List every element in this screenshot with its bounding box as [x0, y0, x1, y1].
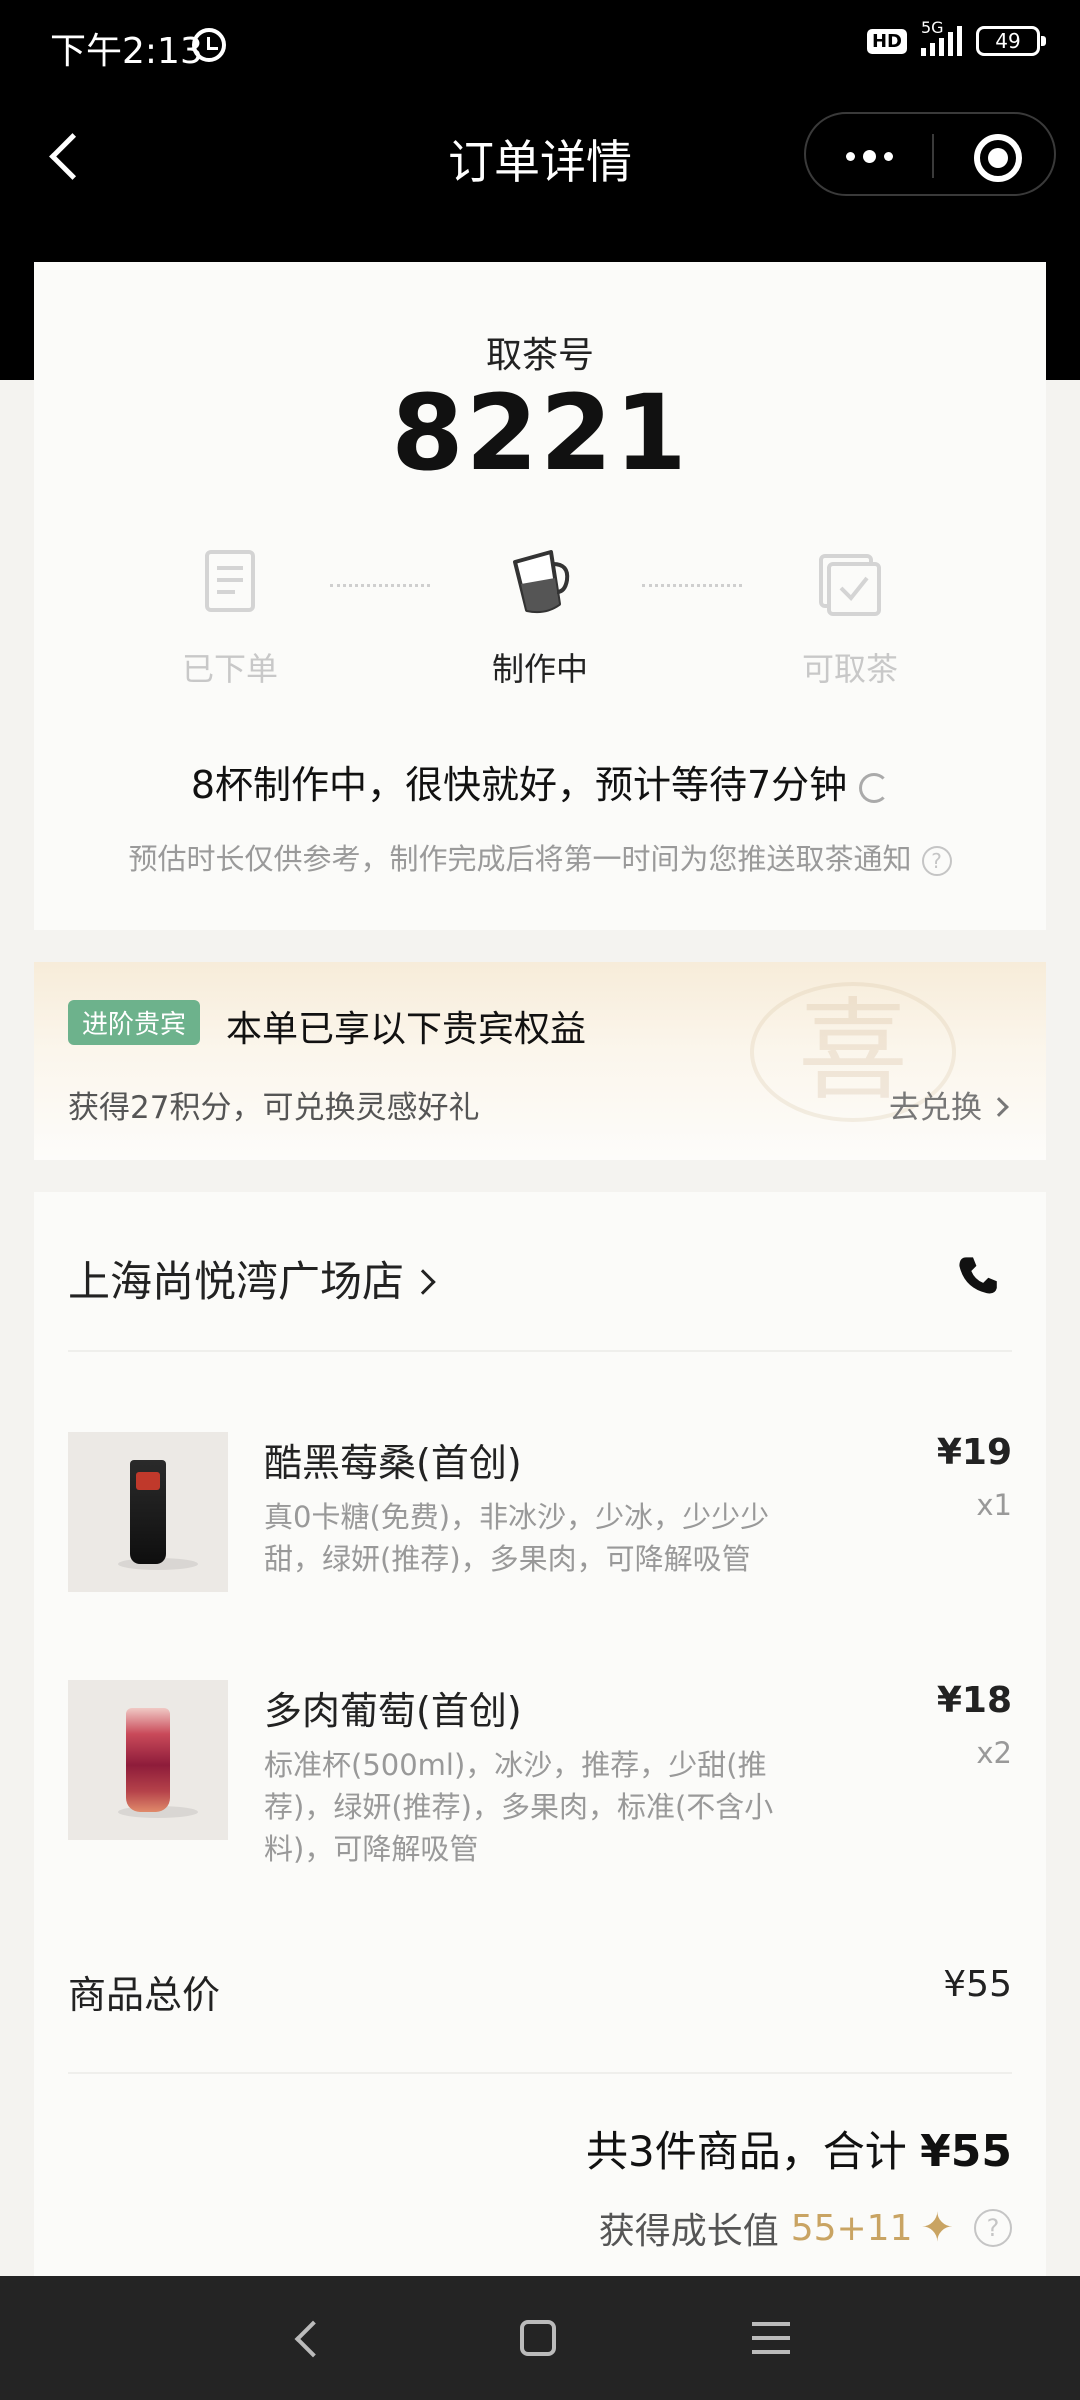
list-item[interactable]: 酷黑莓桑(首创) 真0卡糖(免费)，非冰沙，少冰，少少少甜，绿妍(推荐)，多果肉…: [68, 1432, 1012, 1632]
divider: [68, 2072, 1012, 2074]
item-name: 多肉葡萄(首创): [264, 1689, 522, 1733]
step-connector: [330, 584, 430, 587]
miniprogram-capsule: [804, 112, 1056, 196]
cup-check-icon: [815, 546, 885, 618]
pitcher-icon: [505, 546, 575, 618]
subtotal-label: 商品总价: [68, 1973, 221, 2017]
item-price: ¥19: [936, 1432, 1012, 1473]
wait-estimate: 8杯制作中，很快就好，预计等待7分钟: [34, 754, 1046, 809]
close-miniprogram-button[interactable]: [934, 114, 1058, 198]
hd-icon: HD: [866, 28, 907, 54]
subtotal-value: ¥55: [943, 1964, 1012, 2005]
system-menu-icon[interactable]: [752, 2322, 790, 2354]
redeem-link[interactable]: 去兑换: [889, 1082, 1009, 1127]
growth-value: 55+11: [790, 2207, 913, 2249]
vip-title: 本单已享以下贵宾权益: [226, 1009, 587, 1050]
chevron-right-icon: [410, 1268, 436, 1295]
wait-note-text: 预估时长仅供参考，制作完成后将第一时间为您推送取茶通知: [128, 842, 912, 876]
battery-icon: 49: [976, 26, 1046, 56]
system-back-icon[interactable]: [290, 2322, 322, 2354]
item-name: 酷黑莓桑(首创): [264, 1441, 522, 1485]
status-bar: 下午2:13 HD 5G 49: [0, 0, 1080, 92]
store-name: 上海尚悦湾广场店: [68, 1257, 405, 1306]
status-indicators: HD 5G 49: [866, 18, 1046, 56]
growth-points: 获得成长值 55+11 ✦ ?: [599, 2202, 1012, 2254]
item-qty: x1: [976, 1488, 1012, 1522]
growth-label: 获得成长值: [598, 2211, 779, 2252]
item-qty: x2: [976, 1736, 1012, 1770]
wait-estimate-text: 8杯制作中，很快就好，预计等待7分钟: [190, 763, 848, 807]
points-text: 获得27积分，可兑换灵感好礼: [68, 1090, 480, 1126]
list-item[interactable]: 多肉葡萄(首创) 标准杯(500ml)，冰沙，推荐，少甜(推荐)，绿妍(推荐)，…: [68, 1680, 1012, 1880]
chevron-right-icon: [989, 1096, 1009, 1117]
help-icon[interactable]: ?: [921, 846, 952, 876]
phone-icon[interactable]: [952, 1252, 1002, 1302]
pickup-number-label: 取茶号: [485, 335, 594, 376]
product-image: [68, 1680, 228, 1840]
total-prefix: 共3件商品，合计: [586, 2127, 907, 2176]
network-type: 5G: [921, 18, 944, 37]
status-time: 下午2:13: [50, 31, 203, 72]
step-label: 已下单: [181, 650, 278, 688]
step-making: 制作中: [440, 546, 640, 690]
cup-image: [126, 1708, 170, 1812]
wait-note: 预估时长仅供参考，制作完成后将第一时间为您推送取茶通知?: [34, 836, 1046, 878]
item-price: ¥18: [936, 1680, 1012, 1721]
order-card: 上海尚悦湾广场店 酷黑莓桑(首创) 真0卡糖(免费)，非冰沙，少冰，少少少甜，绿…: [34, 1192, 1046, 2280]
total-amount: ¥55: [920, 2126, 1012, 2177]
system-home-icon[interactable]: [520, 2320, 556, 2356]
step-ready: 可取茶: [750, 546, 950, 690]
step-ordered: 已下单: [130, 546, 330, 690]
item-spec: 标准杯(500ml)，冰沙，推荐，少甜(推荐)，绿妍(推荐)，多果肉，标准(不含…: [264, 1748, 774, 1866]
receipt-icon: [195, 546, 265, 618]
item-spec: 真0卡糖(免费)，非冰沙，少冰，少少少甜，绿妍(推荐)，多果肉，可降解吸管: [264, 1500, 770, 1576]
system-nav-bar: [0, 2276, 1080, 2400]
pickup-number: 8221: [391, 372, 689, 494]
refresh-icon[interactable]: [859, 772, 890, 803]
vip-badge: 进阶贵宾: [68, 1000, 201, 1045]
divider: [68, 1350, 1012, 1352]
alarm-icon: [192, 28, 226, 62]
step-connector: [642, 584, 742, 587]
vip-benefits-card: 喜 进阶贵宾 本单已享以下贵宾权益 获得27积分，可兑换灵感好礼 去兑换: [34, 962, 1046, 1160]
signal-icon: 5G: [921, 18, 962, 56]
pickup-card: 取茶号 8221 已下单 制作中 可取茶 8杯制作中，很快就好，预计等待7分钟 …: [34, 262, 1046, 930]
help-icon[interactable]: ?: [974, 2209, 1012, 2247]
step-label: 制作中: [491, 650, 588, 688]
cup-image: [130, 1460, 166, 1564]
product-image: [68, 1432, 228, 1592]
more-button[interactable]: [806, 114, 932, 198]
step-label: 可取茶: [801, 650, 898, 688]
redeem-label: 去兑换: [889, 1090, 982, 1126]
store-link[interactable]: 上海尚悦湾广场店: [68, 1248, 436, 1309]
order-total: 共3件商品，合计 ¥55: [586, 2118, 1012, 2179]
sparkle-icon: ✦: [920, 2205, 954, 2251]
